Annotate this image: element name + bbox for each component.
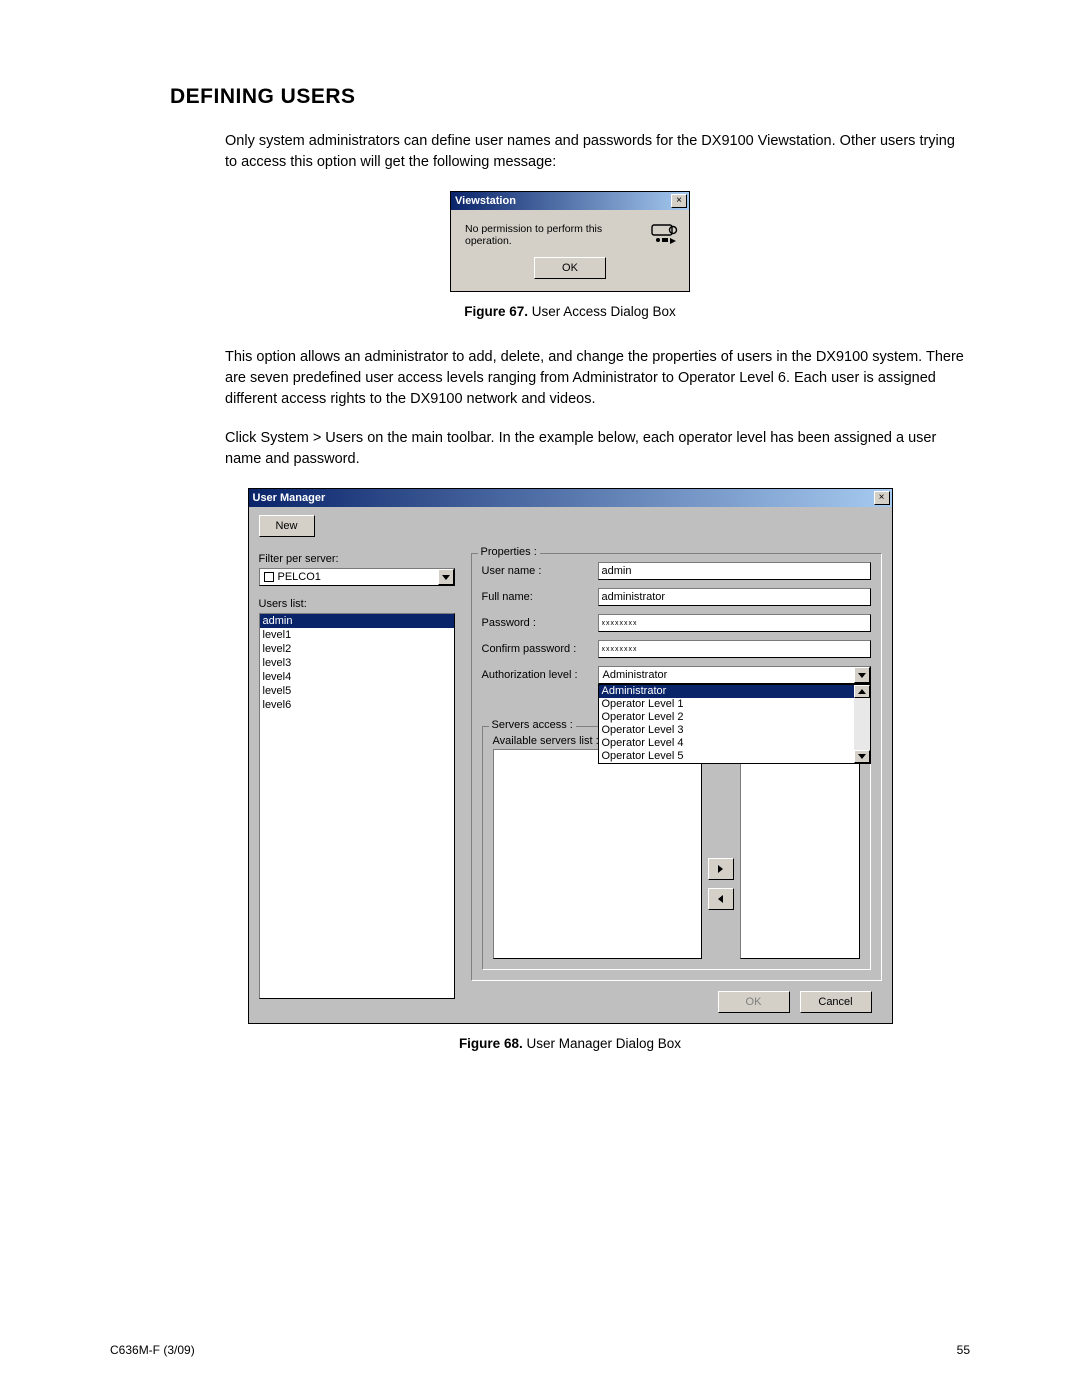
scroll-down-icon[interactable] xyxy=(854,750,870,763)
viewstation-message: No permission to perform this operation. xyxy=(465,223,641,247)
dropdown-option[interactable]: Operator Level 3 xyxy=(599,724,854,737)
username-field[interactable] xyxy=(598,562,871,580)
ok-button[interactable]: OK xyxy=(718,991,790,1013)
list-item[interactable]: admin xyxy=(260,614,454,628)
list-item[interactable]: level3 xyxy=(260,656,454,670)
ok-button[interactable]: OK xyxy=(534,257,606,279)
user-manager-dialog: User Manager × New Filter per server: PE… xyxy=(248,488,893,1024)
close-icon[interactable]: × xyxy=(874,491,890,505)
filter-label: Filter per server: xyxy=(259,553,455,565)
confirm-password-label: Confirm password : xyxy=(482,643,598,655)
fullname-field[interactable] xyxy=(598,588,871,606)
list-item[interactable]: level5 xyxy=(260,684,454,698)
dropdown-option[interactable]: Operator Level 1 xyxy=(599,698,854,711)
figure-68-caption: Figure 68. User Manager Dialog Box xyxy=(170,1036,970,1051)
move-right-button[interactable] xyxy=(708,858,734,880)
close-icon[interactable]: × xyxy=(671,194,687,208)
list-item[interactable]: level4 xyxy=(260,670,454,684)
move-left-button[interactable] xyxy=(708,888,734,910)
list-item[interactable]: level1 xyxy=(260,628,454,642)
footer-doc-id: C636M-F (3/09) xyxy=(110,1343,195,1357)
users-listbox[interactable]: admin level1 level2 level3 level4 level5… xyxy=(259,613,455,999)
intro-paragraph-2: This option allows an administrator to a… xyxy=(225,347,970,410)
dropdown-option[interactable]: Operator Level 4 xyxy=(599,737,854,750)
password-field[interactable] xyxy=(598,614,871,632)
users-list-label: Users list: xyxy=(259,598,455,610)
scroll-up-icon[interactable] xyxy=(854,685,870,698)
username-label: User name : xyxy=(482,565,598,577)
auth-level-label: Authorization level : xyxy=(482,669,598,681)
footer-page-number: 55 xyxy=(957,1343,970,1357)
camera-icon xyxy=(651,222,679,247)
password-label: Password : xyxy=(482,617,598,629)
viewstation-dialog: Viewstation × No permission to perform t… xyxy=(450,191,690,292)
dropdown-option[interactable]: Operator Level 2 xyxy=(599,711,854,724)
figure-67-caption: Figure 67. User Access Dialog Box xyxy=(170,304,970,319)
chevron-down-icon[interactable] xyxy=(438,569,454,585)
properties-legend: Properties : xyxy=(478,546,540,558)
auth-level-dropdown[interactable]: Administrator Operator Level 1 Operator … xyxy=(598,684,871,764)
confirm-password-field[interactable] xyxy=(598,640,871,658)
servers-access-legend: Servers access : xyxy=(489,719,576,731)
new-button[interactable]: New xyxy=(259,515,315,537)
user-manager-title: User Manager xyxy=(253,492,326,504)
section-heading: DEFINING USERS xyxy=(170,85,970,109)
chevron-down-icon[interactable] xyxy=(854,667,870,683)
filter-server-combo[interactable]: PELCO1 xyxy=(259,568,455,586)
properties-fieldset: Properties : User name : Full name: Pass… xyxy=(471,553,882,981)
auth-level-combo[interactable]: Administrator xyxy=(598,666,871,684)
user-manager-titlebar: User Manager × xyxy=(249,489,892,507)
list-item[interactable]: level6 xyxy=(260,698,454,712)
available-servers-listbox[interactable] xyxy=(493,749,702,959)
viewstation-titlebar: Viewstation × xyxy=(451,192,689,210)
viewstation-title: Viewstation xyxy=(455,195,516,207)
server-icon xyxy=(264,572,274,582)
fullname-label: Full name: xyxy=(482,591,598,603)
list-item[interactable]: level2 xyxy=(260,642,454,656)
dropdown-option[interactable]: Operator Level 5 xyxy=(599,750,854,763)
dropdown-option[interactable]: Administrator xyxy=(599,685,854,698)
intro-paragraph-1: Only system administrators can define us… xyxy=(225,131,970,173)
dropdown-scrollbar[interactable] xyxy=(854,685,870,763)
intro-paragraph-3: Click System > Users on the main toolbar… xyxy=(225,428,970,470)
cancel-button[interactable]: Cancel xyxy=(800,991,872,1013)
selected-servers-listbox[interactable]: PELCO1 xyxy=(740,749,860,959)
